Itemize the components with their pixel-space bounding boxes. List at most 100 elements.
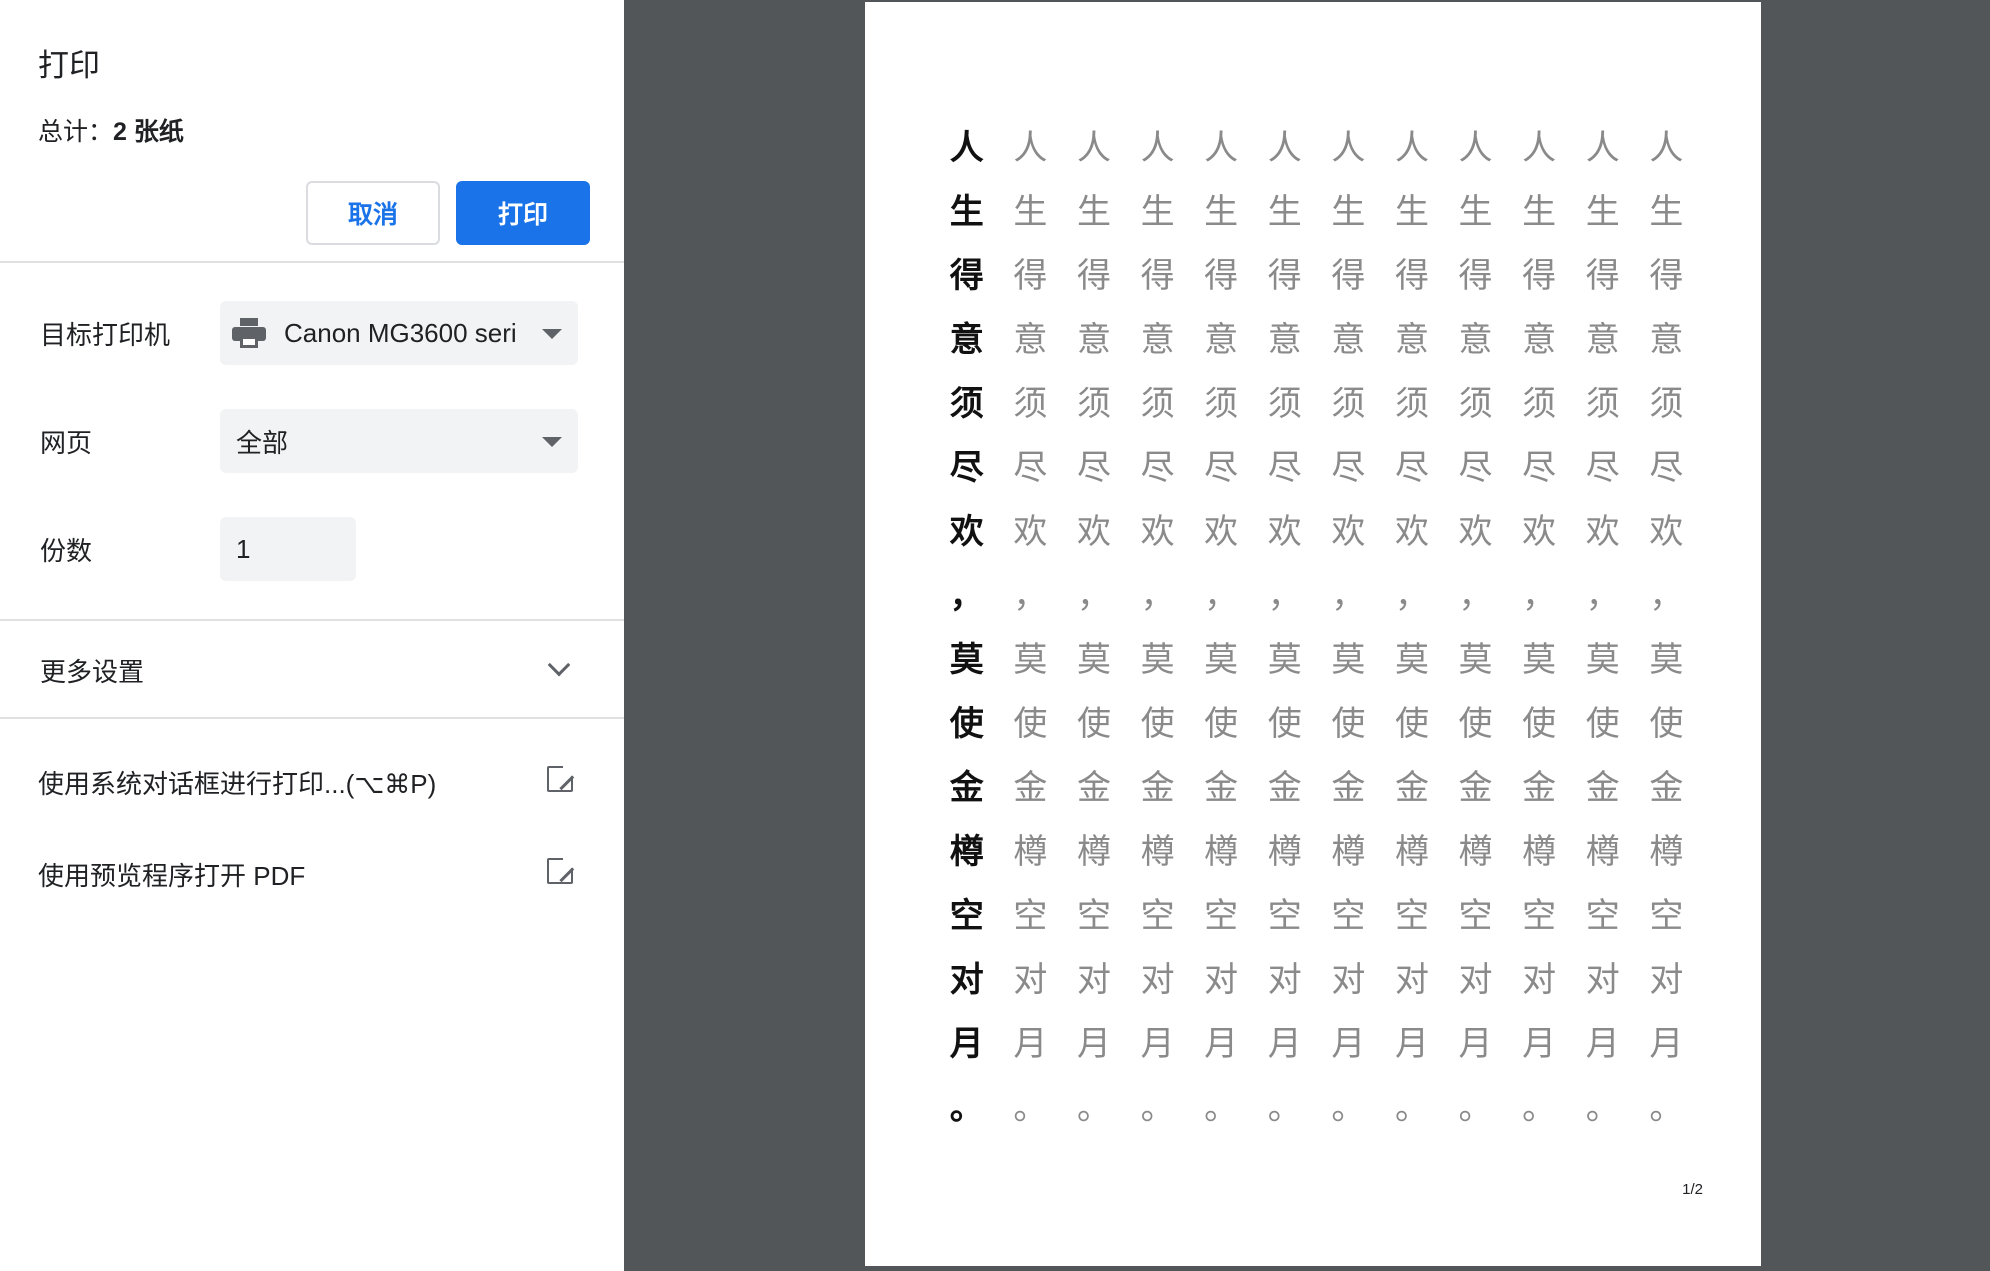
practice-character: 得 <box>1204 255 1239 296</box>
practice-character: 意 <box>1204 319 1239 360</box>
practice-character: 人 <box>1204 127 1239 168</box>
practice-character: ， <box>1204 575 1239 616</box>
practice-character: 欢 <box>1585 511 1620 552</box>
divider <box>0 619 624 621</box>
practice-character: 尽 <box>1394 447 1429 488</box>
practice-character: 得 <box>1585 255 1620 296</box>
practice-character: 。 <box>1013 1087 1048 1128</box>
divider <box>0 717 624 719</box>
practice-character: 人 <box>1140 127 1175 168</box>
open-in-new-icon[interactable] <box>547 856 575 884</box>
practice-character: 月 <box>949 1023 984 1064</box>
practice-character: 尽 <box>1649 447 1684 488</box>
practice-character: 生 <box>1076 191 1111 232</box>
practice-character: 尽 <box>1076 447 1111 488</box>
practice-character: ， <box>1394 575 1429 616</box>
preview-page: 人人人人人人人人人人人人生生生生生生生生生生生生得得得得得得得得得得得得意意意意… <box>865 2 1761 1266</box>
practice-character: 得 <box>1522 255 1557 296</box>
practice-character: 莫 <box>1458 639 1493 680</box>
print-button[interactable]: 打印 <box>456 181 590 245</box>
copies-input[interactable]: 1 <box>220 517 356 581</box>
practice-character: 人 <box>1076 127 1111 168</box>
practice-row: 樽樽樽樽樽樽樽樽樽樽樽樽 <box>935 816 1698 880</box>
practice-character: 得 <box>1458 255 1493 296</box>
practice-character: 金 <box>1267 767 1302 808</box>
practice-character: 生 <box>1013 191 1048 232</box>
practice-character: ， <box>1522 575 1557 616</box>
practice-character: 尽 <box>1204 447 1239 488</box>
practice-character: 空 <box>1585 895 1620 936</box>
practice-character: ， <box>1331 575 1366 616</box>
practice-character: 。 <box>1458 1087 1493 1128</box>
practice-character: 得 <box>1076 255 1111 296</box>
practice-character: 意 <box>1585 319 1620 360</box>
character-practice-grid: 人人人人人人人人人人人人生生生生生生生生生生生生得得得得得得得得得得得得意意意意… <box>935 112 1698 1136</box>
practice-character: ， <box>1076 575 1111 616</box>
chevron-down-icon[interactable] <box>547 653 571 677</box>
practice-character: 欢 <box>1076 511 1111 552</box>
practice-character: 金 <box>1204 767 1239 808</box>
practice-character: 莫 <box>1204 639 1239 680</box>
practice-character: ， <box>1140 575 1175 616</box>
printer-select[interactable]: Canon MG3600 seri <box>220 301 578 365</box>
practice-character: 月 <box>1267 1023 1302 1064</box>
practice-character: 樽 <box>1331 831 1366 872</box>
open-pdf-link[interactable]: 使用预览程序打开 PDF <box>38 856 305 893</box>
practice-character: 莫 <box>1331 639 1366 680</box>
practice-character: 欢 <box>1204 511 1239 552</box>
practice-row: 得得得得得得得得得得得得 <box>935 240 1698 304</box>
practice-character: 意 <box>1140 319 1175 360</box>
practice-character: 尽 <box>1458 447 1493 488</box>
practice-character: 须 <box>1140 383 1175 424</box>
practice-character: 对 <box>949 959 984 1000</box>
practice-character: 樽 <box>1649 831 1684 872</box>
practice-character: 莫 <box>949 639 984 680</box>
practice-character: 。 <box>1267 1087 1302 1128</box>
print-settings-sidebar: 打印 总计：2 张纸 取消 打印 目标打印机 Canon MG3600 seri… <box>0 0 624 1271</box>
more-settings-toggle[interactable]: 更多设置 <box>40 652 144 689</box>
practice-character: 。 <box>1522 1087 1557 1128</box>
open-in-new-icon[interactable] <box>547 764 575 792</box>
practice-character: 欢 <box>949 511 984 552</box>
practice-row: 对对对对对对对对对对对对 <box>935 944 1698 1008</box>
practice-character: 人 <box>1013 127 1048 168</box>
practice-character: 生 <box>1585 191 1620 232</box>
practice-character: 生 <box>1204 191 1239 232</box>
practice-character: 生 <box>949 191 984 232</box>
practice-character: 得 <box>949 255 984 296</box>
practice-character: 意 <box>1458 319 1493 360</box>
practice-character: 使 <box>1267 703 1302 744</box>
practice-character: 意 <box>1331 319 1366 360</box>
practice-character: ， <box>1267 575 1302 616</box>
practice-character: 使 <box>1585 703 1620 744</box>
practice-character: 意 <box>1267 319 1302 360</box>
practice-character: 樽 <box>1267 831 1302 872</box>
practice-character: 月 <box>1013 1023 1048 1064</box>
practice-character: 人 <box>949 127 984 168</box>
practice-character: 使 <box>1522 703 1557 744</box>
practice-character: 樽 <box>1458 831 1493 872</box>
practice-character: 对 <box>1076 959 1111 1000</box>
practice-character: 月 <box>1585 1023 1620 1064</box>
practice-character: 金 <box>1458 767 1493 808</box>
practice-character: 须 <box>1585 383 1620 424</box>
practice-character: 尽 <box>1522 447 1557 488</box>
practice-character: 对 <box>1649 959 1684 1000</box>
practice-character: 人 <box>1649 127 1684 168</box>
practice-character: 樽 <box>1076 831 1111 872</box>
practice-character: ， <box>1458 575 1493 616</box>
practice-character: 空 <box>1204 895 1239 936</box>
cancel-button[interactable]: 取消 <box>306 181 440 245</box>
practice-character: 。 <box>1076 1087 1111 1128</box>
pages-select[interactable]: 全部 <box>220 409 578 473</box>
system-dialog-link[interactable]: 使用系统对话框进行打印...(⌥⌘P) <box>38 764 436 801</box>
practice-character: 得 <box>1140 255 1175 296</box>
practice-character: 须 <box>949 383 984 424</box>
sheet-total: 总计：2 张纸 <box>38 112 184 148</box>
practice-character: 对 <box>1522 959 1557 1000</box>
practice-character: 尽 <box>1013 447 1048 488</box>
practice-character: 。 <box>1140 1087 1175 1128</box>
practice-character: 金 <box>949 767 984 808</box>
practice-character: 樽 <box>1522 831 1557 872</box>
practice-character: 意 <box>1394 319 1429 360</box>
